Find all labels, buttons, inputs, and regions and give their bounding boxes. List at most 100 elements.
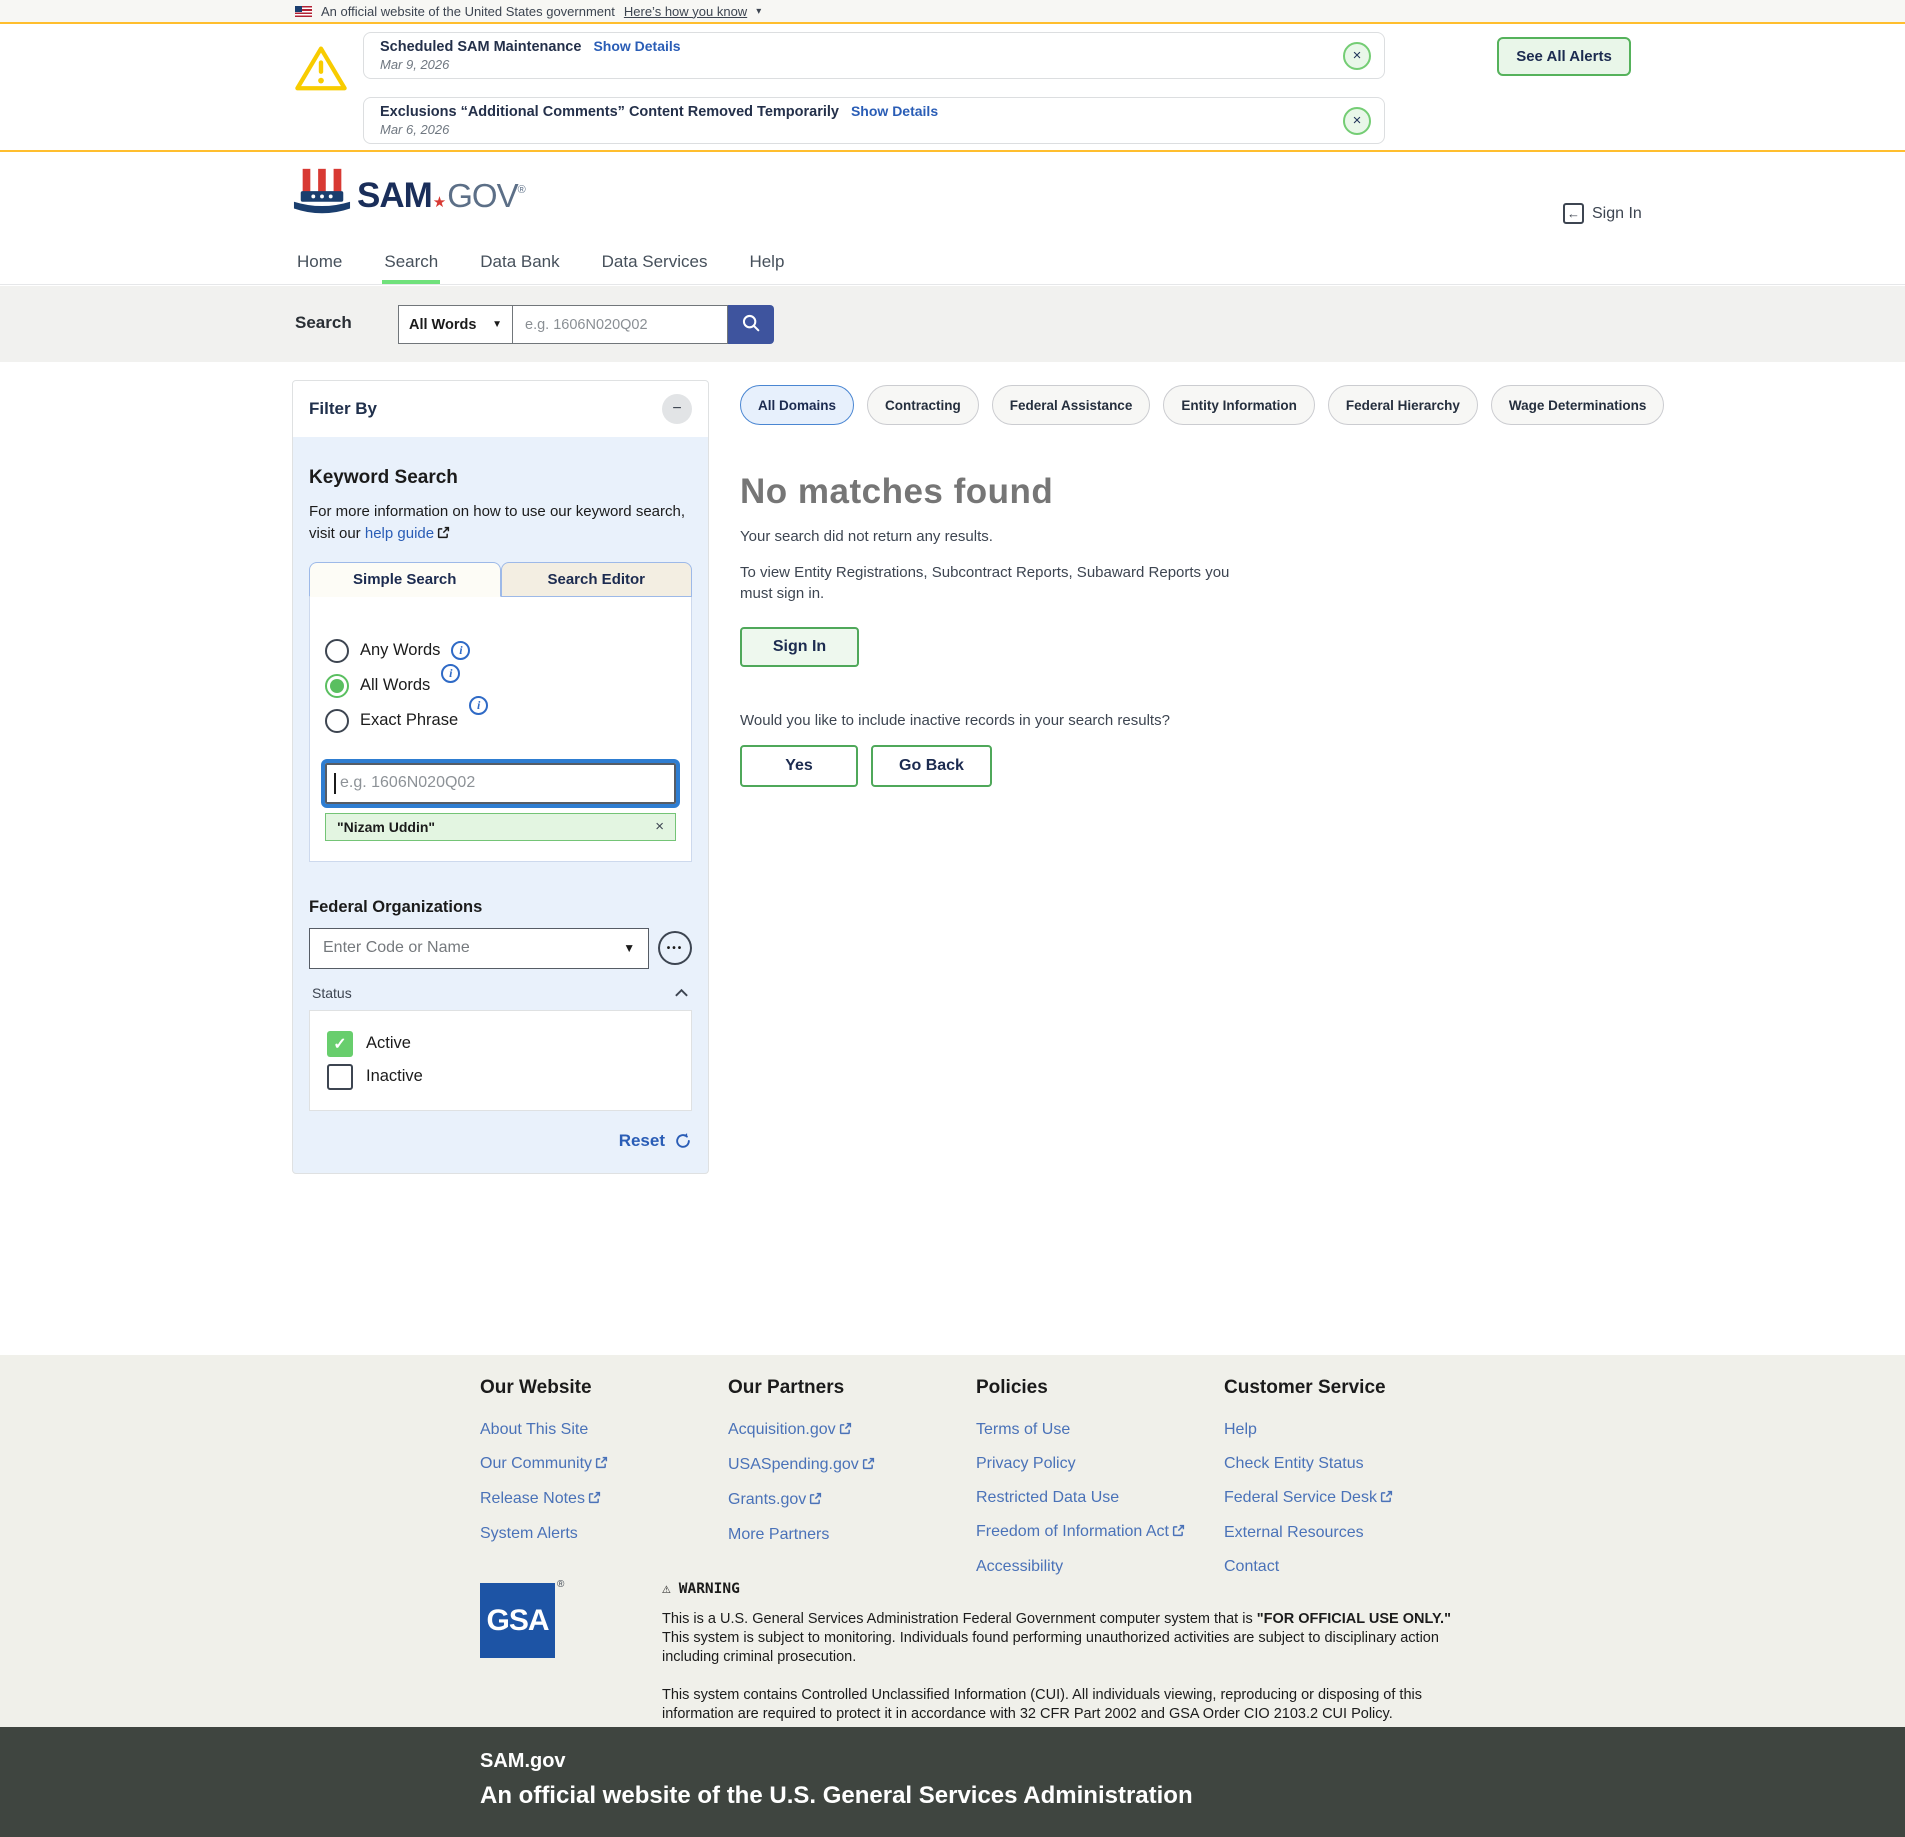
footer-link-more-partners[interactable]: More Partners: [728, 1525, 976, 1544]
radio-all-words[interactable]: [325, 674, 349, 698]
domain-pill-entity-information[interactable]: Entity Information: [1163, 385, 1315, 425]
domain-pill-wage-determinations[interactable]: Wage Determinations: [1491, 385, 1665, 425]
radio-exact-phrase[interactable]: [325, 709, 349, 733]
site-header: SAM ★ GOV ® ← Sign In: [0, 154, 1905, 245]
help-guide-link[interactable]: help guide: [365, 525, 434, 542]
nav-item-home[interactable]: Home: [295, 245, 344, 282]
footer-column-our-website: Our Website About This Site Our Communit…: [480, 1377, 728, 1591]
footer-heading: Customer Service: [1224, 1377, 1484, 1399]
search-submit-button[interactable]: [728, 305, 774, 344]
refresh-icon[interactable]: [674, 1132, 692, 1150]
show-details-link[interactable]: Show Details: [593, 38, 680, 54]
main-content: Filter By − Keyword Search For more info…: [0, 362, 1905, 1355]
info-icon[interactable]: i: [469, 696, 488, 715]
footer-link-privacy-policy[interactable]: Privacy Policy: [976, 1454, 1224, 1473]
domain-pill-all-domains[interactable]: All Domains: [740, 385, 854, 425]
domain-pill-federal-hierarchy[interactable]: Federal Hierarchy: [1328, 385, 1478, 425]
footer-link-about-this-site[interactable]: About This Site: [480, 1420, 728, 1439]
footer-link-usaspending-gov[interactable]: USASpending.gov: [728, 1455, 976, 1475]
search-input[interactable]: [513, 305, 728, 344]
warning-paragraph-1: This is a U.S. General Services Administ…: [662, 1610, 1452, 1667]
sam-gov-logo[interactable]: SAM ★ GOV ®: [293, 168, 526, 223]
chip-remove-icon[interactable]: ×: [655, 818, 664, 835]
heres-how-you-know-link[interactable]: Here’s how you know: [624, 4, 747, 19]
footer-link-release-notes[interactable]: Release Notes: [480, 1489, 728, 1509]
domain-pill-contracting[interactable]: Contracting: [867, 385, 979, 425]
bottom-footer: SAM.gov An official website of the U.S. …: [0, 1727, 1905, 1837]
bottom-footer-title: SAM.gov: [480, 1750, 566, 1773]
filter-panel: Filter By − Keyword Search For more info…: [292, 380, 709, 1174]
logo-sam-text: SAM: [357, 176, 432, 216]
nav-item-data-bank[interactable]: Data Bank: [478, 245, 561, 282]
chevron-down-icon: ▼: [492, 319, 502, 330]
keyword-search-input[interactable]: [325, 763, 676, 804]
close-icon: ×: [1353, 48, 1362, 63]
radio-any-words[interactable]: [325, 639, 349, 663]
reset-link[interactable]: Reset: [619, 1131, 665, 1151]
footer-link-terms-of-use[interactable]: Terms of Use: [976, 1420, 1224, 1439]
nav-item-help[interactable]: Help: [747, 245, 786, 282]
federal-org-select[interactable]: Enter Code or Name ▼: [309, 928, 649, 969]
tab-simple-search[interactable]: Simple Search: [309, 562, 501, 597]
footer-link-contact[interactable]: Contact: [1224, 1557, 1484, 1576]
footer-link-accessibility[interactable]: Accessibility: [976, 1557, 1224, 1576]
federal-organizations-heading: Federal Organizations: [309, 898, 692, 917]
status-options-box: ✓ Active Inactive: [309, 1010, 692, 1111]
tab-search-editor[interactable]: Search Editor: [501, 562, 693, 597]
footer-link-help[interactable]: Help: [1224, 1420, 1484, 1439]
keyword-search-heading: Keyword Search: [309, 467, 692, 489]
text-cursor: [334, 773, 336, 794]
alert-close-button[interactable]: ×: [1343, 107, 1371, 135]
footer-link-check-entity-status[interactable]: Check Entity Status: [1224, 1454, 1484, 1473]
radio-all-words-label: All Words: [360, 676, 430, 695]
see-all-alerts-button[interactable]: See All Alerts: [1497, 37, 1631, 76]
federal-org-more-button[interactable]: •••: [658, 931, 692, 965]
chevron-down-icon: ▾: [756, 6, 761, 17]
checkbox-active[interactable]: ✓: [327, 1031, 353, 1057]
nav-item-data-services[interactable]: Data Services: [600, 245, 710, 282]
sign-in-button[interactable]: Sign In: [740, 627, 859, 667]
footer-link-external-resources[interactable]: External Resources: [1224, 1523, 1484, 1542]
footer-link-federal-service-desk[interactable]: Federal Service Desk: [1224, 1488, 1484, 1508]
gsa-logo: GSA: [480, 1583, 555, 1658]
footer-link-foia[interactable]: Freedom of Information Act: [976, 1522, 1224, 1542]
footer-link-system-alerts[interactable]: System Alerts: [480, 1524, 728, 1543]
radio-exact-phrase-label: Exact Phrase: [360, 711, 458, 730]
chevron-down-icon: ▼: [623, 941, 635, 955]
yes-button[interactable]: Yes: [740, 745, 858, 787]
alert-close-button[interactable]: ×: [1343, 42, 1371, 70]
alert-date: Mar 9, 2026: [380, 57, 1328, 72]
alert-card: Scheduled SAM Maintenance Show Details M…: [363, 32, 1385, 79]
show-details-link[interactable]: Show Details: [851, 103, 938, 119]
footer-link-label: Grants.gov: [728, 1491, 806, 1508]
info-icon[interactable]: i: [441, 664, 460, 683]
footer-link-restricted-data-use[interactable]: Restricted Data Use: [976, 1488, 1224, 1507]
sign-in-arrow-icon: ←: [1563, 203, 1584, 224]
logo-registered-mark: ®: [518, 184, 526, 196]
nav-item-search[interactable]: Search: [382, 245, 440, 282]
keyword-chip-text: "Nizam Uddin": [337, 819, 435, 835]
footer-column-our-partners: Our Partners Acquisition.gov USASpending…: [728, 1377, 976, 1591]
magnifier-icon: [740, 312, 762, 337]
alert-date: Mar 6, 2026: [380, 122, 1328, 137]
no-results-subtitle: Your search did not return any results.: [740, 528, 1580, 545]
warning-bold-text: "FOR OFFICIAL USE ONLY.": [1257, 1611, 1451, 1627]
external-link-icon: [1380, 1489, 1393, 1508]
checkbox-inactive[interactable]: [327, 1064, 353, 1090]
info-icon[interactable]: i: [451, 641, 470, 660]
search-results: All Domains Contracting Federal Assistan…: [740, 385, 1580, 787]
footer-link-acquisition-gov[interactable]: Acquisition.gov: [728, 1420, 976, 1440]
chevron-up-icon[interactable]: [674, 988, 689, 998]
external-link-icon: [588, 1490, 601, 1509]
footer-heading: Policies: [976, 1377, 1224, 1399]
footer-link-label: USASpending.gov: [728, 1456, 859, 1473]
search-mode-select[interactable]: All Words ▼: [398, 305, 513, 344]
warning-triangle-small-icon: ⚠: [662, 1581, 671, 1597]
sign-in-link[interactable]: ← Sign In: [1563, 203, 1642, 224]
footer-link-our-community[interactable]: Our Community: [480, 1454, 728, 1474]
go-back-button[interactable]: Go Back: [871, 745, 992, 787]
footer-link-grants-gov[interactable]: Grants.gov: [728, 1490, 976, 1510]
external-link-icon: [595, 1455, 608, 1474]
collapse-filters-button[interactable]: −: [662, 394, 692, 424]
domain-pill-federal-assistance[interactable]: Federal Assistance: [992, 385, 1151, 425]
